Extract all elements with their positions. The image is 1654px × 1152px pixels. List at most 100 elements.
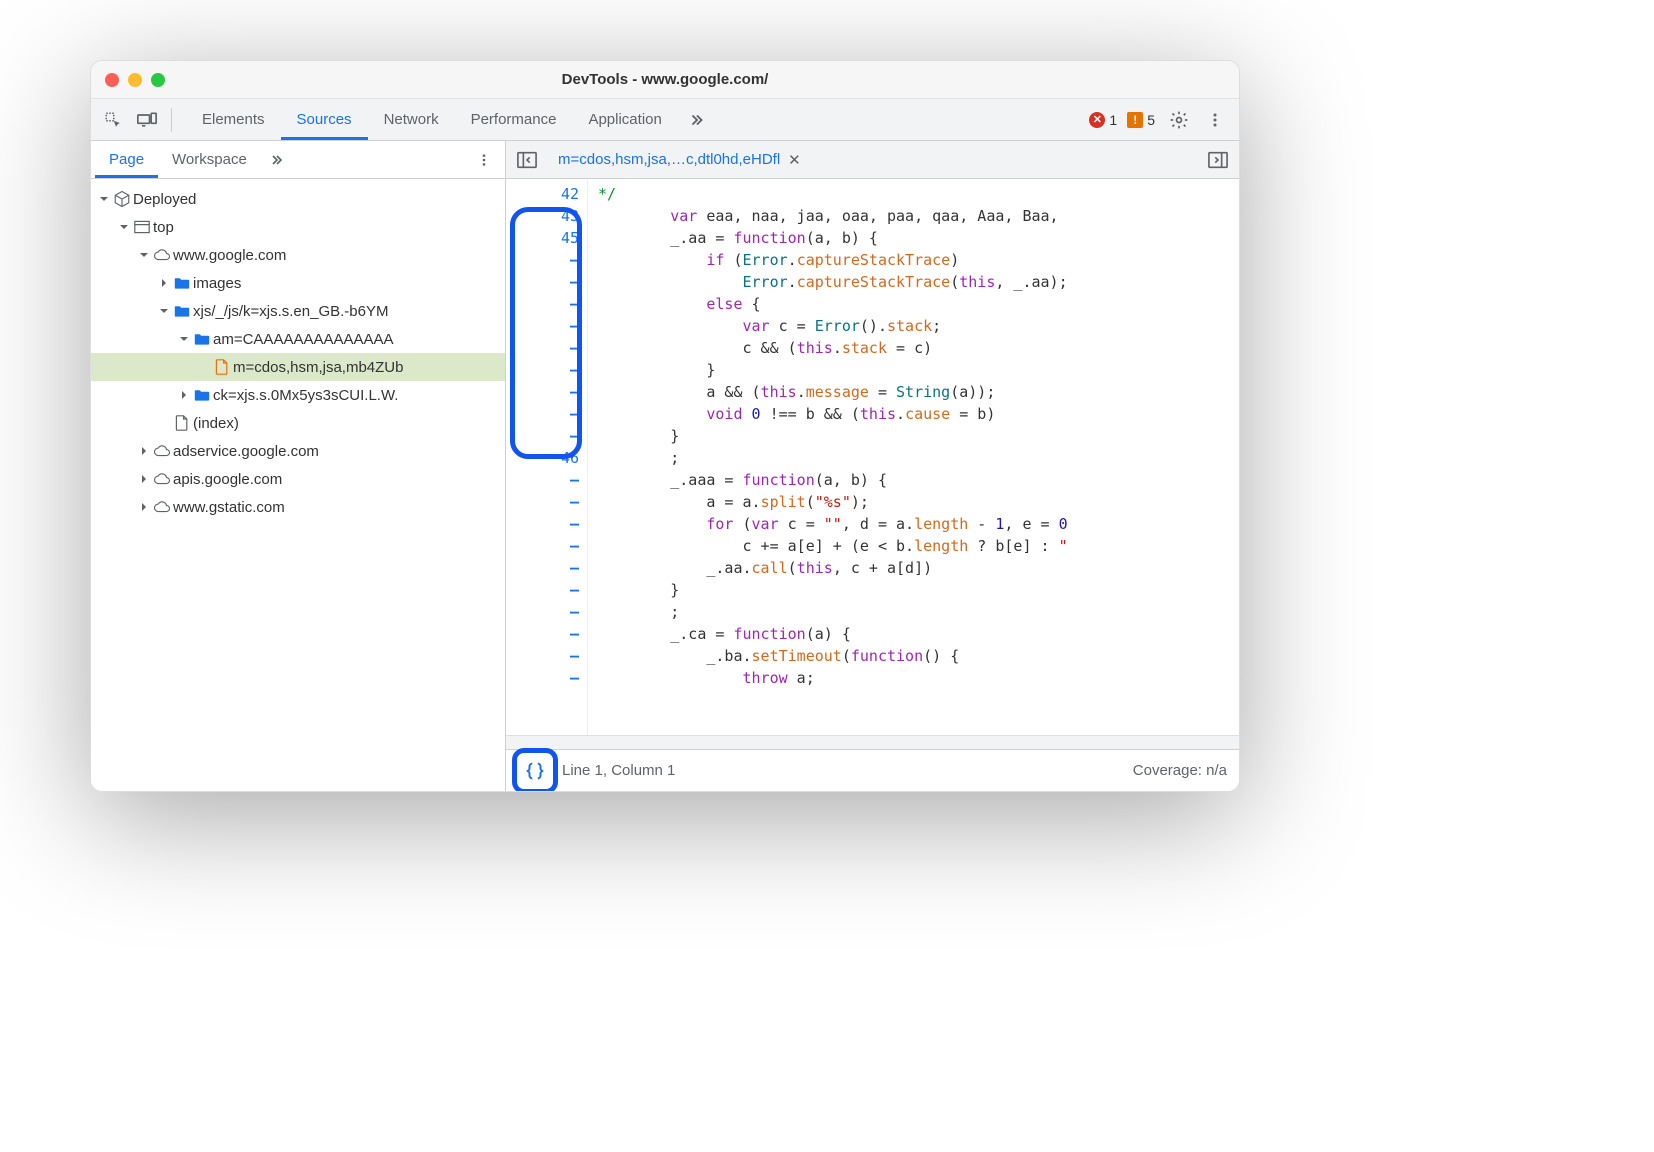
nav-more-tabs-button[interactable] bbox=[261, 152, 293, 168]
status-bar: Line 1, Column 1 Coverage: n/a bbox=[506, 749, 1239, 791]
code-line[interactable]: _.aaa = function(a, b) { bbox=[598, 469, 1239, 491]
tree-row-top[interactable]: top bbox=[91, 213, 505, 241]
line-number[interactable]: – bbox=[506, 315, 579, 337]
code-line[interactable]: ; bbox=[598, 601, 1239, 623]
tab-network[interactable]: Network bbox=[368, 99, 455, 140]
tab-sources[interactable]: Sources bbox=[281, 99, 368, 140]
tree-row-folder[interactable]: images bbox=[91, 269, 505, 297]
horizontal-scrollbar[interactable] bbox=[506, 735, 1239, 749]
settings-gear-icon[interactable] bbox=[1165, 106, 1193, 134]
line-number[interactable]: – bbox=[506, 623, 579, 645]
line-number[interactable]: – bbox=[506, 249, 579, 271]
tab-performance[interactable]: Performance bbox=[455, 99, 573, 140]
tree-label: www.google.com bbox=[173, 247, 286, 264]
line-number[interactable]: – bbox=[506, 469, 579, 491]
tree-row-domain[interactable]: adservice.google.com bbox=[91, 437, 505, 465]
toggle-navigator-icon[interactable] bbox=[512, 145, 542, 175]
code-line[interactable]: throw a; bbox=[598, 667, 1239, 689]
line-number[interactable]: – bbox=[506, 579, 579, 601]
line-number[interactable]: 46 bbox=[506, 447, 579, 469]
toggle-debugger-icon[interactable] bbox=[1203, 145, 1233, 175]
code-line[interactable]: c += a[e] + (e < b.length ? b[e] : " bbox=[598, 535, 1239, 557]
close-window-button[interactable] bbox=[105, 73, 119, 87]
file-tab[interactable]: m=cdos,hsm,jsa,…c,dtl0hd,eHDfl ✕ bbox=[548, 141, 811, 178]
line-number[interactable]: – bbox=[506, 513, 579, 535]
nav-kebab-icon[interactable] bbox=[467, 153, 501, 167]
line-number[interactable]: 43 bbox=[506, 205, 579, 227]
chevron-down-icon bbox=[117, 222, 131, 232]
line-number[interactable]: – bbox=[506, 667, 579, 689]
error-count: 1 bbox=[1109, 112, 1117, 128]
tab-application[interactable]: Application bbox=[572, 99, 677, 140]
chevron-down-icon bbox=[137, 250, 151, 260]
code-line[interactable]: a = a.split("%s"); bbox=[598, 491, 1239, 513]
line-number[interactable]: 45 bbox=[506, 227, 579, 249]
error-badge[interactable]: ✕ 1 bbox=[1089, 112, 1117, 128]
close-tab-icon[interactable]: ✕ bbox=[788, 151, 801, 169]
code-line[interactable]: for (var c = "", d = a.length - 1, e = 0 bbox=[598, 513, 1239, 535]
chevron-down-icon bbox=[177, 334, 191, 344]
tree-row-file-selected[interactable]: m=cdos,hsm,jsa,mb4ZUb bbox=[91, 353, 505, 381]
warning-badge[interactable]: ! 5 bbox=[1127, 112, 1155, 128]
code-line[interactable]: } bbox=[598, 425, 1239, 447]
pretty-print-button[interactable] bbox=[518, 754, 552, 788]
tree-label: images bbox=[193, 275, 241, 292]
minimize-window-button[interactable] bbox=[128, 73, 142, 87]
line-number[interactable]: – bbox=[506, 491, 579, 513]
more-menu-icon[interactable] bbox=[1203, 108, 1227, 132]
code-line[interactable]: ; bbox=[598, 447, 1239, 469]
line-number[interactable]: – bbox=[506, 645, 579, 667]
code-line[interactable]: var c = Error().stack; bbox=[598, 315, 1239, 337]
code-line[interactable]: _.ca = function(a) { bbox=[598, 623, 1239, 645]
line-number[interactable]: – bbox=[506, 293, 579, 315]
code-line[interactable]: */ bbox=[598, 183, 1239, 205]
code-area[interactable]: 424345–––––––––46–––––––––– */ var eaa, … bbox=[506, 179, 1239, 735]
tree-label: www.gstatic.com bbox=[173, 499, 285, 516]
titlebar: DevTools - www.google.com/ bbox=[91, 61, 1239, 99]
more-tabs-button[interactable] bbox=[678, 99, 716, 140]
code-line[interactable]: void 0 !== b && (this.cause = b) bbox=[598, 403, 1239, 425]
inspect-element-icon[interactable] bbox=[97, 104, 129, 136]
tree-row-domain[interactable]: www.google.com bbox=[91, 241, 505, 269]
tree-row-file[interactable]: (index) bbox=[91, 409, 505, 437]
code-line[interactable]: else { bbox=[598, 293, 1239, 315]
tree-row-folder[interactable]: am=CAAAAAAAAAAAAAA bbox=[91, 325, 505, 353]
line-number[interactable]: – bbox=[506, 337, 579, 359]
nav-tab-workspace[interactable]: Workspace bbox=[158, 141, 261, 178]
code-line[interactable]: var eaa, naa, jaa, oaa, paa, qaa, Aaa, B… bbox=[598, 205, 1239, 227]
tab-elements[interactable]: Elements bbox=[186, 99, 281, 140]
code-line[interactable]: _.aa.call(this, c + a[d]) bbox=[598, 557, 1239, 579]
tree-row-domain[interactable]: www.gstatic.com bbox=[91, 493, 505, 521]
nav-tab-page[interactable]: Page bbox=[95, 141, 158, 178]
tree-row-domain[interactable]: apis.google.com bbox=[91, 465, 505, 493]
line-number[interactable]: – bbox=[506, 271, 579, 293]
tree-label: am=CAAAAAAAAAAAAAA bbox=[213, 331, 394, 348]
line-number[interactable]: – bbox=[506, 425, 579, 447]
maximize-window-button[interactable] bbox=[151, 73, 165, 87]
cloud-icon bbox=[151, 472, 173, 486]
tree-row-folder[interactable]: ck=xjs.s.0Mx5ys3sCUI.L.W. bbox=[91, 381, 505, 409]
line-number[interactable]: – bbox=[506, 557, 579, 579]
line-gutter[interactable]: 424345–––––––––46–––––––––– bbox=[506, 179, 588, 735]
cloud-icon bbox=[151, 248, 173, 262]
code-line[interactable]: _.ba.setTimeout(function() { bbox=[598, 645, 1239, 667]
code-line[interactable]: c && (this.stack = c) bbox=[598, 337, 1239, 359]
code-line[interactable]: a && (this.message = String(a)); bbox=[598, 381, 1239, 403]
line-number[interactable]: – bbox=[506, 403, 579, 425]
code-line[interactable]: if (Error.captureStackTrace) bbox=[598, 249, 1239, 271]
code-line[interactable]: } bbox=[598, 579, 1239, 601]
line-number[interactable]: – bbox=[506, 359, 579, 381]
line-number[interactable]: 42 bbox=[506, 183, 579, 205]
code-line[interactable]: _.aa = function(a, b) { bbox=[598, 227, 1239, 249]
tree-row-folder[interactable]: xjs/_/js/k=xjs.s.en_GB.-b6YM bbox=[91, 297, 505, 325]
code-line[interactable]: } bbox=[598, 359, 1239, 381]
line-number[interactable]: – bbox=[506, 381, 579, 403]
code-content[interactable]: */ var eaa, naa, jaa, oaa, paa, qaa, Aaa… bbox=[588, 179, 1239, 735]
editor-pane: m=cdos,hsm,jsa,…c,dtl0hd,eHDfl ✕ 424345–… bbox=[506, 141, 1239, 791]
line-number[interactable]: – bbox=[506, 535, 579, 557]
line-number[interactable]: – bbox=[506, 601, 579, 623]
device-toggle-icon[interactable] bbox=[131, 104, 163, 136]
cursor-position: Line 1, Column 1 bbox=[562, 762, 675, 779]
tree-row-deployed[interactable]: Deployed bbox=[91, 185, 505, 213]
code-line[interactable]: Error.captureStackTrace(this, _.aa); bbox=[598, 271, 1239, 293]
